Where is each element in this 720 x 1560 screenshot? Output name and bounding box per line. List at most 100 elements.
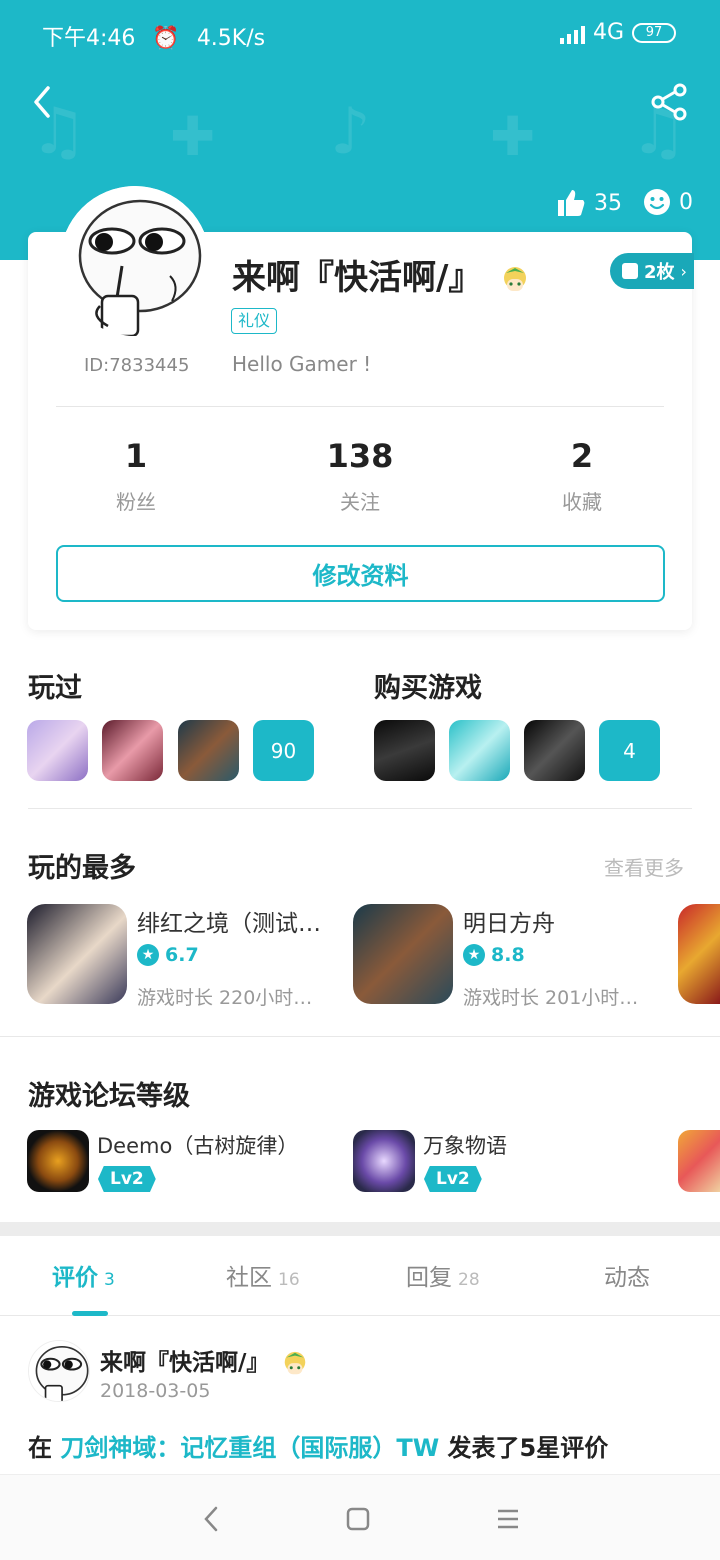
gamepad-deco: ✚ <box>490 105 536 168</box>
likes-count: 35 <box>594 190 622 216</box>
status-speed: 4.5K/s <box>196 26 266 51</box>
game-icon-bought-2[interactable] <box>449 720 510 781</box>
signal-icon <box>559 22 585 44</box>
user-id: ID:7833445 <box>84 355 190 376</box>
thumbs-up-icon <box>558 190 585 216</box>
nav-back-icon[interactable] <box>200 1505 222 1533</box>
most-played-icon-3[interactable] <box>678 904 720 1004</box>
avatar[interactable] <box>60 186 210 336</box>
section-gap <box>0 1222 720 1236</box>
most-played-rating-2: ★ 8.8 <box>463 944 525 966</box>
user-name: 来啊『快活啊/』 <box>232 250 530 299</box>
forum-game-icon-3[interactable] <box>678 1130 720 1192</box>
following-count[interactable]: 138 <box>250 437 470 475</box>
bought-count-button[interactable]: 4 <box>599 720 660 781</box>
user-tag[interactable]: 礼仪 <box>231 308 278 334</box>
followers-label[interactable]: 粉丝 <box>26 486 246 515</box>
favorites-label[interactable]: 收藏 <box>472 486 692 515</box>
smiles-stat[interactable]: 0 <box>643 188 693 216</box>
tab-reviews[interactable]: 评价 3 <box>52 1258 115 1292</box>
forum-game-name-1[interactable]: Deemo（古树旋律） <box>97 1130 298 1160</box>
nav-menu-icon[interactable] <box>496 1505 520 1533</box>
back-icon[interactable] <box>26 82 66 122</box>
battery-level: 97 <box>645 25 663 40</box>
most-played-name-2[interactable]: 明日方舟 <box>463 904 658 938</box>
gamepad-deco: ✚ <box>170 105 216 168</box>
following-label[interactable]: 关注 <box>250 486 470 515</box>
tab-community[interactable]: 社区 16 <box>226 1258 300 1292</box>
game-icon-played-2[interactable] <box>102 720 163 781</box>
tab-indicator <box>72 1311 108 1316</box>
most-played-time-2: 游戏时长 201小时… <box>463 987 639 1009</box>
most-played-name-1[interactable]: 绯红之境（测试… <box>137 904 332 938</box>
alarm-icon: ⏰ <box>152 26 180 51</box>
forum-level-title: 游戏论坛等级 <box>28 1081 190 1112</box>
medal-count: 2枚 <box>644 262 675 283</box>
tab-reviews-label: 评价 <box>52 1265 98 1291</box>
post-suffix: 发表了5星评价 <box>439 1434 609 1462</box>
played-title: 玩过 <box>28 673 82 704</box>
played-count-button[interactable]: 90 <box>253 720 314 781</box>
forum-game-name-2[interactable]: 万象物语 <box>423 1130 507 1160</box>
nav-home-icon[interactable] <box>346 1505 370 1533</box>
network-type: 4G <box>592 20 624 45</box>
medal-icon <box>622 263 638 279</box>
post-author-name: 来啊『快活啊/』 <box>100 1350 270 1376</box>
tab-activity-label: 动态 <box>604 1265 650 1291</box>
tab-replies-count: 28 <box>458 1270 480 1290</box>
user-name-text: 来啊『快活啊/』 <box>232 258 483 298</box>
system-nav-bar <box>0 1474 720 1560</box>
followers-count[interactable]: 1 <box>26 437 246 475</box>
game-icon-bought-3[interactable] <box>524 720 585 781</box>
status-time: 下午4:46 <box>42 26 136 51</box>
forum-level-badge-2: Lv2 <box>424 1166 482 1192</box>
post-avatar[interactable] <box>28 1340 90 1402</box>
smile-icon <box>644 189 670 215</box>
character-badge-icon <box>285 1351 306 1374</box>
most-played-icon-2[interactable] <box>353 904 453 1004</box>
rating-value: 6.7 <box>165 944 199 966</box>
status-right: 4G 97 <box>559 20 676 45</box>
post-game-link[interactable]: 刀剑神域：记忆重组（国际服）TW <box>60 1434 439 1462</box>
tab-replies[interactable]: 回复 28 <box>406 1258 480 1292</box>
forum-game-icon-2[interactable] <box>353 1130 415 1192</box>
most-played-rating-1: ★ 6.7 <box>137 944 199 966</box>
post-avatar-image <box>29 1341 89 1401</box>
tab-activity[interactable]: 动态 <box>604 1258 650 1292</box>
star-icon: ★ <box>463 944 485 966</box>
tab-reviews-count: 3 <box>104 1270 115 1290</box>
forum-game-icon-1[interactable] <box>27 1130 89 1192</box>
most-played-icon-1[interactable] <box>27 904 127 1004</box>
most-played-time-1: 游戏时长 220小时… <box>137 987 313 1009</box>
card-divider <box>56 406 664 407</box>
post-prefix: 在 <box>28 1434 61 1462</box>
game-icon-bought-1[interactable] <box>374 720 435 781</box>
post-text: 在 刀剑神域：记忆重组（国际服）TW 发表了5星评价 <box>28 1428 608 1463</box>
tab-community-count: 16 <box>278 1270 300 1290</box>
star-icon: ★ <box>137 944 159 966</box>
most-played-title: 玩的最多 <box>28 853 136 884</box>
rating-value: 8.8 <box>491 944 525 966</box>
tab-replies-label: 回复 <box>406 1265 452 1291</box>
favorites-count[interactable]: 2 <box>472 437 692 475</box>
battery-icon: 97 <box>632 22 676 43</box>
user-bio: Hello Gamer ! <box>232 352 372 376</box>
chevron-right-icon: › <box>680 261 687 281</box>
music-note-deco: ♪ <box>330 95 371 169</box>
bought-title: 购买游戏 <box>374 673 482 704</box>
see-more-link[interactable]: 查看更多 <box>604 852 684 881</box>
status-left: 下午4:46 ⏰ 4.5K/s <box>42 20 265 52</box>
character-badge-icon <box>504 266 527 291</box>
tab-community-label: 社区 <box>226 1265 272 1291</box>
game-icon-played-3[interactable] <box>178 720 239 781</box>
content-tabs: 评价 3 社区 16 回复 28 动态 <box>0 1236 720 1316</box>
game-icon-played-1[interactable] <box>27 720 88 781</box>
likes-stat[interactable]: 35 <box>556 188 622 218</box>
edit-profile-button[interactable]: 修改资料 <box>56 545 665 602</box>
medal-badge[interactable]: 2枚 › <box>610 253 694 289</box>
post-author[interactable]: 来啊『快活啊/』 <box>100 1343 309 1378</box>
share-icon[interactable] <box>648 80 692 124</box>
section-divider <box>0 1036 720 1037</box>
post-date: 2018-03-05 <box>100 1380 211 1402</box>
smiles-count: 0 <box>679 189 693 215</box>
